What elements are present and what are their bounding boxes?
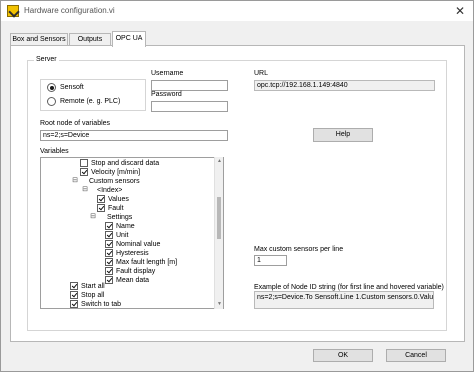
tree-row[interactable]: Values <box>41 195 213 204</box>
tree-row-label: Fault display <box>116 268 156 275</box>
root-node-field[interactable]: ns=2;s=Device <box>40 130 228 141</box>
window-title: Hardware configuration.vi <box>24 6 115 15</box>
server-group-label: Server <box>34 56 59 63</box>
title-bar: Hardware configuration.vi ✕ <box>1 1 473 21</box>
variables-tree[interactable]: Stop and discard data Velocity [m/min] ⊟… <box>40 157 224 309</box>
tree-row-label: Max fault length [m] <box>116 259 178 266</box>
remote-plc-radio-label: Remote (e. g. PLC) <box>60 98 121 105</box>
close-icon[interactable]: ✕ <box>453 4 467 18</box>
collapse-icon[interactable]: ⊟ <box>81 186 89 194</box>
checkbox[interactable] <box>70 282 78 290</box>
tree-row[interactable]: ⊟ Settings <box>41 213 213 222</box>
tree-row[interactable]: Stop and discard data <box>41 159 213 168</box>
tree-row[interactable]: Fault <box>41 204 213 213</box>
tree-row-label: Nominal value <box>116 241 161 248</box>
tree-row-label: <Index> <box>97 187 123 194</box>
tree-row-label: Hysteresis <box>116 250 149 257</box>
checkbox[interactable] <box>80 168 88 176</box>
server-type-radio-group <box>40 79 146 111</box>
tree-row-label: Fault <box>108 205 124 212</box>
variables-tree-scrollbar[interactable]: ▲ ▼ <box>214 157 223 309</box>
tree-row[interactable]: ⊟ <Index> <box>41 186 213 195</box>
node-id-example-field: ns=2;s=Device.To Sensoft.Line 1.Custom s… <box>254 291 434 309</box>
tree-row[interactable]: Stop all <box>41 291 213 300</box>
help-button[interactable]: Help <box>313 128 373 142</box>
tree-row-label: Switch to tab <box>81 301 122 308</box>
checkbox[interactable] <box>97 204 105 212</box>
url-label: URL <box>254 70 269 77</box>
username-field[interactable] <box>151 80 228 91</box>
tree-row[interactable]: Velocity [m/min] <box>41 168 213 177</box>
url-field: opc.tcp://192.168.1.149:4840 <box>254 80 435 91</box>
tree-row-label: Settings <box>107 214 133 221</box>
ok-button[interactable]: OK <box>313 349 373 362</box>
tree-row-label: Name <box>116 223 135 230</box>
cancel-button[interactable]: Cancel <box>386 349 446 362</box>
root-node-label: Root node of variables <box>40 120 111 127</box>
tree-row[interactable]: Nominal value <box>41 240 213 249</box>
tree-row-label: Velocity [m/min] <box>91 169 141 176</box>
checkbox[interactable] <box>105 249 113 257</box>
node-id-example-label: Example of Node ID string (for first lin… <box>254 284 444 291</box>
variables-label: Variables <box>40 148 69 155</box>
tree-row[interactable]: Max fault length [m] <box>41 258 213 267</box>
checkbox[interactable] <box>70 300 78 308</box>
tree-row[interactable]: Hysteresis <box>41 249 213 258</box>
checkbox[interactable] <box>80 159 88 167</box>
max-custom-sensors-label: Max custom sensors per line <box>254 246 344 253</box>
tree-row[interactable]: Switch to tab <box>41 300 213 308</box>
collapse-icon[interactable]: ⊟ <box>71 177 79 185</box>
scrollbar-thumb[interactable] <box>217 197 221 239</box>
username-label: Username <box>151 70 184 77</box>
tree-row-label: Stop all <box>81 292 105 299</box>
max-custom-sensors-field[interactable]: 1 <box>254 255 287 266</box>
checkbox[interactable] <box>97 195 105 203</box>
tab-opc-ua[interactable]: OPC UA <box>112 31 146 47</box>
tree-row-label: Start all <box>81 283 105 290</box>
tree-row-label: Values <box>108 196 129 203</box>
remote-plc-radio[interactable] <box>47 97 56 106</box>
checkbox[interactable] <box>70 291 78 299</box>
checkbox[interactable] <box>105 240 113 248</box>
checkbox[interactable] <box>105 258 113 266</box>
tree-row-label: Custom sensors <box>89 178 140 185</box>
tree-row[interactable]: Fault display <box>41 267 213 276</box>
sensoft-radio[interactable] <box>47 83 56 92</box>
tree-row[interactable]: Unit <box>41 231 213 240</box>
tree-row[interactable]: Start all <box>41 282 213 291</box>
sensoft-radio-label: Sensoft <box>60 84 84 91</box>
labview-vi-icon <box>7 5 19 17</box>
tree-row-label: Stop and discard data <box>91 160 160 167</box>
tree-row[interactable]: Name <box>41 222 213 231</box>
password-field[interactable] <box>151 101 228 112</box>
checkbox[interactable] <box>105 267 113 275</box>
tree-row-label: Unit <box>116 232 129 239</box>
tree-row[interactable]: ⊟ Custom sensors <box>41 177 213 186</box>
scroll-up-arrow-icon[interactable]: ▲ <box>215 157 224 166</box>
checkbox[interactable] <box>105 231 113 239</box>
scroll-down-arrow-icon[interactable]: ▼ <box>215 300 224 309</box>
checkbox[interactable] <box>105 222 113 230</box>
password-label: Password <box>151 91 182 98</box>
collapse-icon[interactable]: ⊟ <box>89 213 97 221</box>
